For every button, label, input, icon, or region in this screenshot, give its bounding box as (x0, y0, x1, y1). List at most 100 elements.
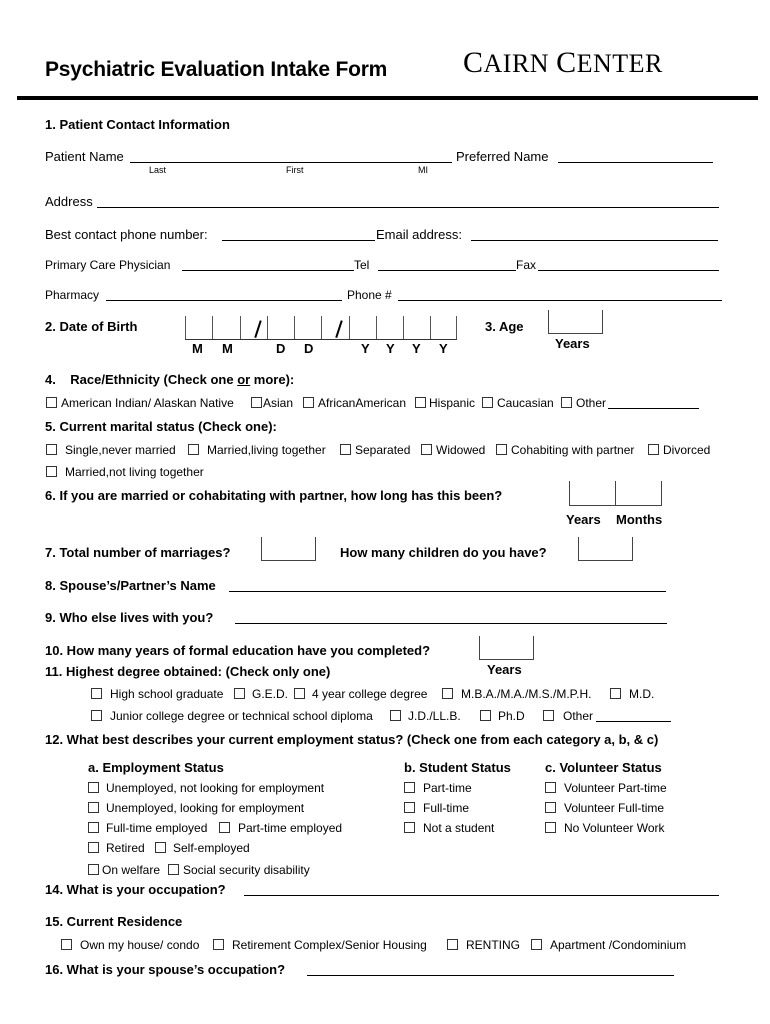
spouse-occupation-field[interactable] (307, 975, 674, 976)
dob-month-2[interactable] (212, 316, 240, 340)
preferred-name-label: Preferred Name (456, 149, 549, 164)
marital-option-label: Single,never married (65, 443, 176, 457)
dob-year-4[interactable] (430, 316, 457, 340)
dob-month-1[interactable] (185, 316, 212, 340)
phone-field[interactable] (222, 240, 375, 241)
degree-checkbox-other[interactable] (543, 710, 554, 721)
logo-text: AIRN (483, 49, 550, 78)
student-checkbox-part-time[interactable] (404, 782, 415, 793)
marital-checkbox-cohabiting[interactable] (496, 444, 507, 455)
volunteer-checkbox-full-time[interactable] (545, 802, 556, 813)
employment-checkbox-unemployed-not-looking[interactable] (88, 782, 99, 793)
degree-checkbox-4yr[interactable] (294, 688, 305, 699)
residence-checkbox-own[interactable] (61, 939, 72, 950)
marital-checkbox-separated[interactable] (340, 444, 351, 455)
degree-checkbox-high-school[interactable] (91, 688, 102, 699)
tel-field[interactable] (378, 270, 516, 271)
race-checkbox-african-american[interactable] (303, 397, 314, 408)
marital-checkbox-single[interactable] (46, 444, 57, 455)
degree-option-label: J.D./LL.B. (408, 709, 461, 723)
pcp-field[interactable] (182, 270, 354, 271)
relationship-years-input[interactable] (569, 481, 616, 506)
spouse-name-label: 8. Spouse’s/Partner’s Name (45, 578, 216, 593)
race-heading-or: or (237, 372, 251, 387)
tel-label: Tel (354, 258, 370, 272)
marriages-question: 7. Total number of marriages? (45, 545, 231, 560)
dob-cell-label: Y (439, 341, 448, 356)
race-option-label: Hispanic (429, 396, 476, 410)
degree-option-label: G.E.D. (252, 687, 289, 701)
volunteer-checkbox-none[interactable] (545, 822, 556, 833)
pharmacy-field[interactable] (106, 300, 342, 301)
residence-checkbox-retirement[interactable] (213, 939, 224, 950)
pcp-label: Primary Care Physician (45, 258, 171, 272)
marriages-input[interactable] (261, 537, 316, 561)
employment-checkbox-self-employed[interactable] (155, 842, 166, 853)
age-input[interactable] (548, 310, 603, 334)
residence-checkbox-apartment[interactable] (531, 939, 542, 950)
race-checkbox-hispanic[interactable] (415, 397, 426, 408)
employment-checkbox-retired[interactable] (88, 842, 99, 853)
address-field[interactable] (97, 207, 719, 208)
degree-checkbox-phd[interactable] (480, 710, 491, 721)
employment-checkbox-welfare[interactable] (88, 864, 99, 875)
race-checkbox-american-indian[interactable] (46, 397, 57, 408)
form-title: Psychiatric Evaluation Intake Form (45, 58, 388, 81)
degree-option-label: 4 year college degree (312, 687, 428, 701)
education-years-question: 10. How many years of formal education h… (45, 643, 431, 658)
occupation-field[interactable] (244, 895, 719, 896)
degree-other-field[interactable] (596, 721, 671, 722)
dob-year-3[interactable] (403, 316, 430, 340)
children-input[interactable] (578, 537, 633, 561)
marital-checkbox-married-not-together[interactable] (46, 466, 57, 477)
household-field[interactable] (235, 623, 667, 624)
patient-name-label: Patient Name (45, 149, 124, 164)
household-question: 9. Who else lives with you? (45, 610, 214, 625)
marital-option-label: Divorced (663, 443, 711, 457)
student-checkbox-full-time[interactable] (404, 802, 415, 813)
degree-checkbox-jd[interactable] (390, 710, 401, 721)
employment-option-label: Self-employed (173, 841, 250, 855)
employment-checkbox-part-time[interactable] (219, 822, 230, 833)
degree-checkbox-masters[interactable] (442, 688, 453, 699)
education-years-input[interactable] (479, 636, 534, 660)
marital-checkbox-divorced[interactable] (648, 444, 659, 455)
dob-year-2[interactable] (376, 316, 403, 340)
employment-checkbox-ssd[interactable] (168, 864, 179, 875)
employment-checkbox-full-time[interactable] (88, 822, 99, 833)
marital-option-label: Separated (355, 443, 411, 457)
student-checkbox-not-student[interactable] (404, 822, 415, 833)
spouse-name-field[interactable] (229, 591, 666, 592)
email-field[interactable] (471, 240, 718, 241)
dob-year-1[interactable] (349, 316, 376, 340)
race-checkbox-asian[interactable] (251, 397, 262, 408)
marital-checkbox-widowed[interactable] (421, 444, 432, 455)
dob-baseline (185, 339, 457, 340)
race-checkbox-other[interactable] (561, 397, 572, 408)
residence-checkbox-renting[interactable] (447, 939, 458, 950)
race-other-field[interactable] (608, 408, 699, 409)
volunteer-checkbox-part-time[interactable] (545, 782, 556, 793)
dob-cell-label: M (222, 341, 233, 356)
marital-option-label: Married,not living together (65, 465, 204, 479)
spouse-occupation-label: 16. What is your spouse’s occupation? (45, 962, 286, 977)
marital-heading: 5. Current marital status (Check one): (45, 419, 277, 434)
race-heading-text: Race/Ethnicity (Check one (70, 372, 238, 387)
relationship-months-input[interactable] (615, 481, 662, 506)
employment-option-label: Unemployed, not looking for employment (106, 781, 325, 795)
race-option-label: Asian (263, 396, 294, 410)
race-checkbox-caucasian[interactable] (482, 397, 493, 408)
fax-field[interactable] (538, 270, 719, 271)
dob-day-1[interactable] (267, 316, 294, 340)
employment-checkbox-unemployed-looking[interactable] (88, 802, 99, 813)
employment-option-label: On welfare (102, 863, 161, 877)
dob-day-2[interactable] (294, 316, 321, 340)
marital-checkbox-married-together[interactable] (188, 444, 199, 455)
degree-checkbox-md[interactable] (610, 688, 621, 699)
preferred-name-field[interactable] (558, 162, 713, 163)
pharmacy-phone-field[interactable] (398, 300, 722, 301)
degree-checkbox-ged[interactable] (234, 688, 245, 699)
degree-checkbox-junior-college[interactable] (91, 710, 102, 721)
patient-name-field[interactable] (130, 162, 452, 163)
employment-question: 12. What best describes your current emp… (45, 732, 659, 747)
